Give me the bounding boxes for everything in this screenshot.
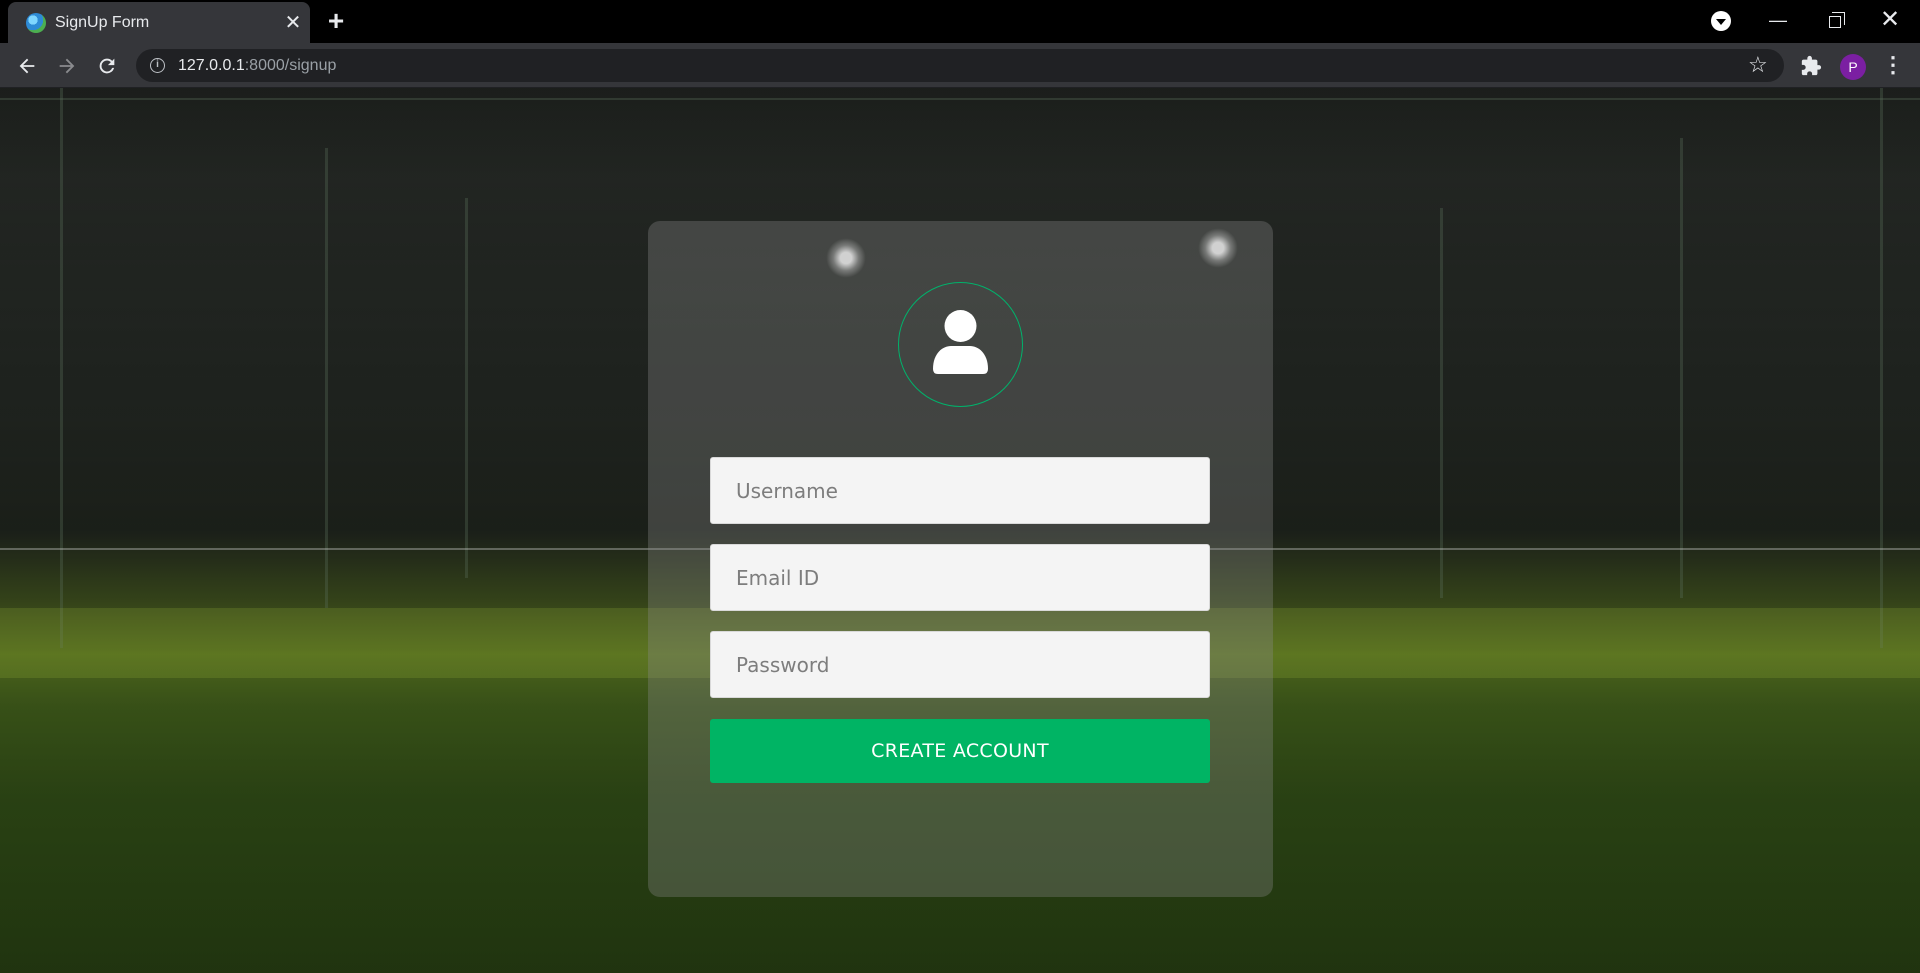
tab-title: SignUp Form bbox=[55, 14, 150, 31]
url-text[interactable]: 127.0.0.1:8000/signup bbox=[178, 57, 336, 75]
page-viewport: CREATE ACCOUNT bbox=[0, 88, 1920, 973]
browser-tab[interactable]: SignUp Form ✕ bbox=[8, 2, 310, 43]
reload-icon[interactable] bbox=[92, 51, 122, 81]
tab-close-icon[interactable]: ✕ bbox=[282, 12, 304, 34]
back-arrow-icon[interactable] bbox=[12, 51, 42, 81]
restore-button[interactable] bbox=[1815, 4, 1855, 36]
create-account-button[interactable]: CREATE ACCOUNT bbox=[710, 719, 1210, 783]
minimize-button[interactable]: — bbox=[1758, 4, 1798, 36]
email-input[interactable] bbox=[710, 544, 1210, 611]
net-post bbox=[1880, 88, 1883, 648]
kebab-menu-icon[interactable]: ⋮ bbox=[1882, 53, 1904, 79]
signup-card: CREATE ACCOUNT bbox=[648, 221, 1273, 897]
close-window-button[interactable]: ✕ bbox=[1870, 4, 1910, 36]
tab-search-icon[interactable] bbox=[1711, 11, 1731, 31]
extensions-icon[interactable] bbox=[1800, 55, 1822, 77]
address-bar[interactable]: i 127.0.0.1:8000/signup ☆ bbox=[136, 49, 1784, 82]
forward-arrow-icon[interactable] bbox=[52, 51, 82, 81]
profile-avatar[interactable]: P bbox=[1840, 54, 1866, 80]
net-post bbox=[1440, 208, 1443, 598]
new-tab-button[interactable]: + bbox=[322, 7, 350, 35]
password-input[interactable] bbox=[710, 631, 1210, 698]
bookmark-star-icon[interactable]: ☆ bbox=[1748, 53, 1768, 77]
restore-icon bbox=[1829, 12, 1845, 28]
net-line bbox=[0, 98, 1920, 100]
username-input[interactable] bbox=[710, 457, 1210, 524]
favicon-icon bbox=[26, 13, 46, 33]
user-icon bbox=[933, 310, 988, 374]
browser-tabstrip: SignUp Form ✕ + — ✕ bbox=[0, 0, 1920, 43]
user-avatar-ring bbox=[898, 282, 1023, 407]
net-post bbox=[60, 88, 63, 648]
net-post bbox=[1680, 138, 1683, 598]
browser-toolbar: i 127.0.0.1:8000/signup ☆ P ⋮ bbox=[0, 43, 1920, 88]
net-post bbox=[325, 148, 328, 608]
info-icon[interactable]: i bbox=[150, 58, 165, 73]
net-post bbox=[465, 198, 468, 578]
